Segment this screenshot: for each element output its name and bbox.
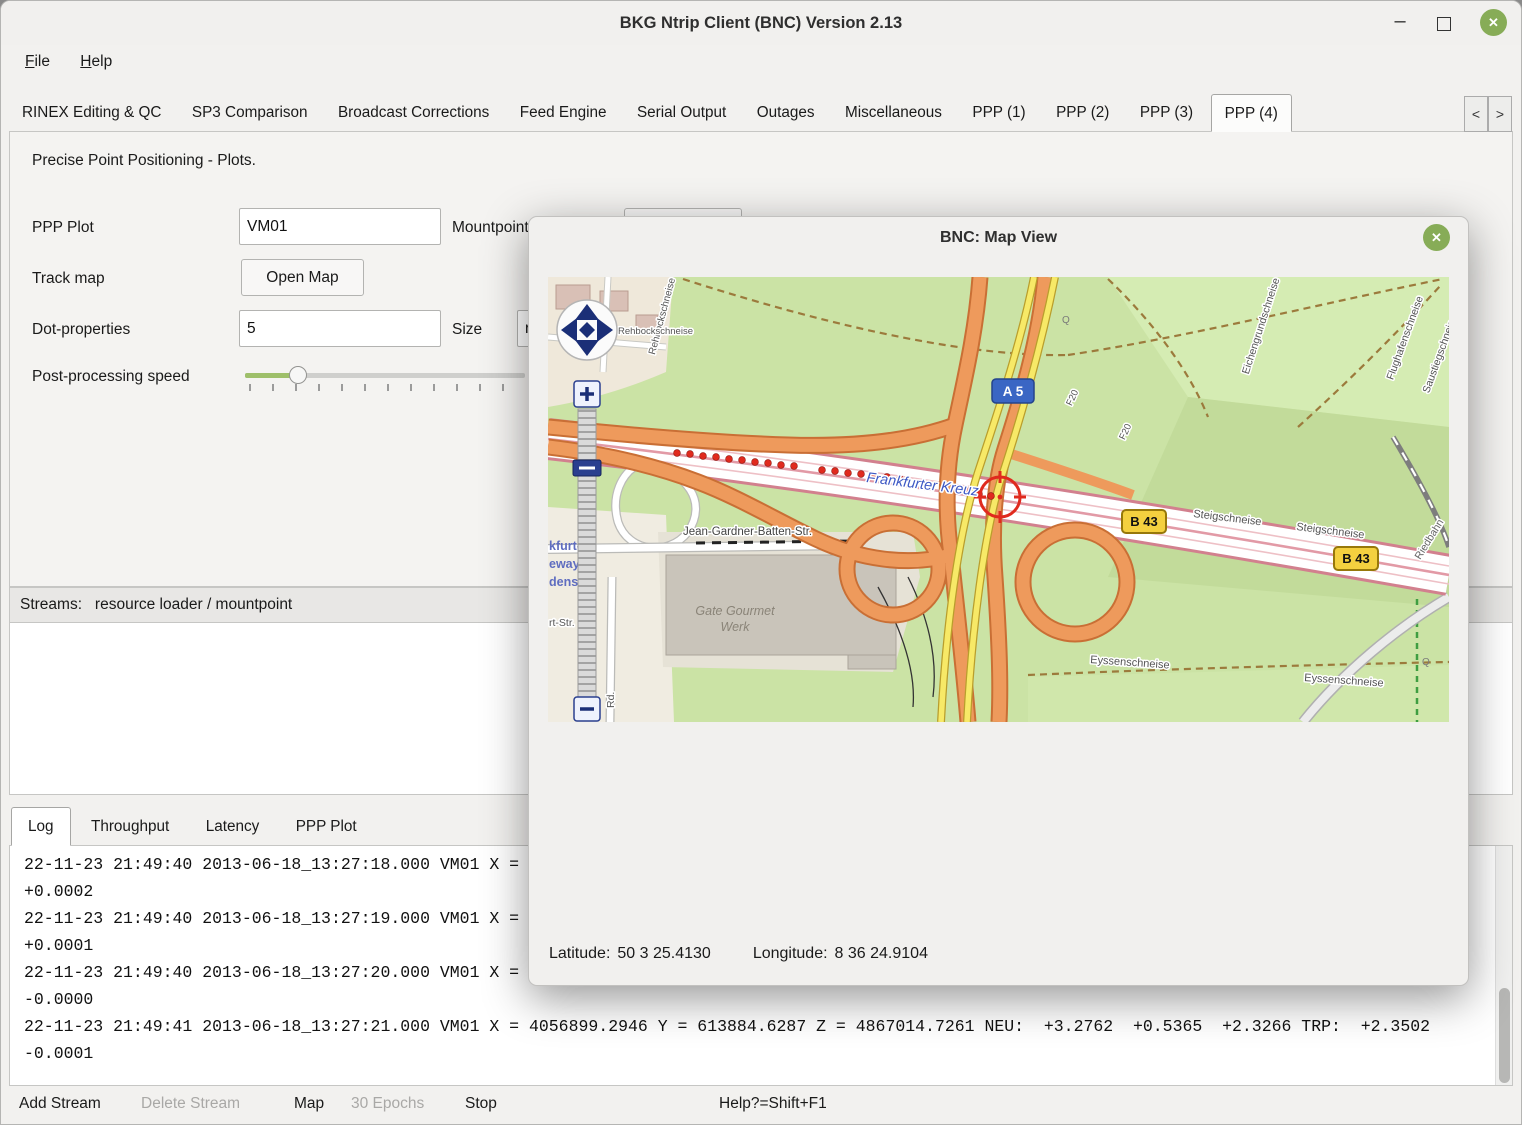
tab-throughput[interactable]: Throughput	[75, 808, 185, 847]
svg-text:eway: eway	[549, 557, 580, 571]
log-scrollbar-thumb[interactable]	[1499, 988, 1510, 1083]
log-line: 22-11-23 21:49:41 2013-06-18_13:27:21.00…	[24, 1013, 1488, 1040]
svg-text:Q: Q	[1062, 315, 1070, 326]
close-button[interactable]: ✕	[1480, 9, 1507, 36]
open-map-button[interactable]: Open Map	[241, 259, 364, 296]
longitude-label: Longitude:	[753, 945, 828, 962]
maximize-button[interactable]	[1437, 17, 1451, 31]
panel-heading: Precise Point Positioning - Plots.	[32, 152, 256, 170]
epochs-button: 30 Epochs	[351, 1095, 424, 1113]
main-tabbar: RINEX Editing & QC SP3 Comparison Broadc…	[9, 94, 1513, 132]
b43-shield: B 43	[1334, 547, 1378, 570]
tab-scroll-left-icon[interactable]: <	[1464, 96, 1488, 132]
map-svg[interactable]: A 5 B 43 B 43 Frankfurter Kreuz Jean-Gar…	[548, 277, 1449, 722]
svg-text:Rd.: Rd.	[605, 692, 617, 708]
speed-slider-handle[interactable]	[289, 366, 307, 384]
bnc-window: BKG Ntrip Client (BNC) Version 2.13 – ✕ …	[0, 0, 1522, 1125]
log-tabbar: Log Throughput Latency PPP Plot	[11, 807, 373, 846]
longitude-value: 8 36 24.9104	[835, 945, 928, 962]
tab-feed-engine[interactable]: Feed Engine	[507, 94, 620, 132]
zoom-slider[interactable]	[578, 409, 596, 701]
svg-text:rt-Str.: rt-Str.	[549, 617, 575, 629]
post-processing-speed-label: Post-processing speed	[32, 368, 190, 386]
map-view-dialog: BNC: Map View ✕	[528, 216, 1469, 986]
tab-outages[interactable]: Outages	[744, 94, 828, 132]
tab-rinex-editing[interactable]: RINEX Editing & QC	[9, 94, 174, 132]
menu-help[interactable]: Help	[74, 51, 118, 73]
tab-scroll-arrows: <>	[1464, 96, 1512, 132]
svg-text:Rehbockschneise: Rehbockschneise	[618, 326, 693, 337]
stop-button[interactable]: Stop	[465, 1095, 497, 1113]
tab-sp3-comparison[interactable]: SP3 Comparison	[179, 94, 321, 132]
map-canvas[interactable]: A 5 B 43 B 43 Frankfurter Kreuz Jean-Gar…	[548, 277, 1449, 722]
tab-latency[interactable]: Latency	[190, 808, 276, 847]
b43-shield: B 43	[1122, 510, 1166, 533]
tab-ppp-3[interactable]: PPP (3)	[1127, 94, 1206, 132]
log-scrollbar[interactable]	[1495, 846, 1512, 1085]
titlebar: BKG Ntrip Client (BNC) Version 2.13 – ✕	[1, 1, 1521, 45]
svg-text:A 5: A 5	[1003, 384, 1024, 399]
tab-ppp-1[interactable]: PPP (1)	[959, 94, 1038, 132]
dialog-title: BNC: Map View	[529, 217, 1468, 259]
menu-file[interactable]: File	[19, 51, 56, 73]
track-map-label: Track map	[32, 270, 105, 288]
window-title: BKG Ntrip Client (BNC) Version 2.13	[1, 1, 1521, 45]
bottom-toolbar: Add Stream Delete Stream Map 30 Epochs S…	[1, 1086, 1521, 1125]
mountpoint-label: Mountpoint	[452, 219, 529, 237]
log-line: -0.0000	[24, 986, 1488, 1013]
size-label: Size	[452, 321, 482, 339]
minimize-button[interactable]: –	[1389, 1, 1411, 45]
svg-text:B 43: B 43	[1130, 514, 1157, 529]
log-line: -0.0001	[24, 1040, 1488, 1067]
dot-properties-label: Dot-properties	[32, 321, 130, 339]
svg-text:Gate Gourmet: Gate Gourmet	[695, 604, 775, 618]
tab-scroll-right-icon[interactable]: >	[1488, 96, 1512, 132]
svg-text:B 43: B 43	[1342, 551, 1369, 566]
delete-stream-button: Delete Stream	[141, 1095, 240, 1113]
svg-text:Werk: Werk	[721, 620, 751, 634]
map-button[interactable]: Map	[294, 1095, 324, 1113]
tab-log[interactable]: Log	[11, 807, 71, 846]
tab-ppp-4[interactable]: PPP (4)	[1211, 94, 1292, 132]
a5-shield: A 5	[992, 379, 1034, 403]
ppp-plot-input[interactable]	[239, 208, 441, 245]
zoom-in-button[interactable]	[574, 381, 600, 407]
add-stream-button[interactable]: Add Stream	[19, 1095, 101, 1113]
coordinates-readout: Latitude: 50 3 25.4130 Longitude: 8 36 24.9…	[549, 945, 928, 963]
speed-slider-ticks	[249, 384, 525, 391]
dot-size-input[interactable]	[239, 310, 441, 347]
latitude-value: 50 3 25.4130	[617, 945, 710, 962]
zoom-out-button[interactable]	[574, 697, 600, 721]
tab-ppp-plot[interactable]: PPP Plot	[280, 808, 373, 847]
dialog-close-button[interactable]: ✕	[1423, 224, 1450, 251]
svg-text:Q: Q	[1422, 657, 1430, 668]
latitude-label: Latitude:	[549, 945, 610, 962]
svg-text:dens: dens	[549, 575, 578, 589]
svg-text:Jean-Gardner-Batten-Str.: Jean-Gardner-Batten-Str.	[683, 526, 812, 538]
pan-compass[interactable]	[557, 300, 617, 360]
tab-ppp-2[interactable]: PPP (2)	[1043, 94, 1122, 132]
tab-serial-output[interactable]: Serial Output	[624, 94, 739, 132]
tab-miscellaneous[interactable]: Miscellaneous	[832, 94, 955, 132]
help-hint-label: Help?=Shift+F1	[719, 1095, 827, 1113]
menubar: File Help	[1, 45, 1521, 79]
svg-text:kfurt-: kfurt-	[549, 539, 581, 553]
zoom-slider-handle[interactable]	[573, 460, 601, 476]
tab-broadcast-corrections[interactable]: Broadcast Corrections	[325, 94, 502, 132]
ppp-plot-label: PPP Plot	[32, 219, 94, 237]
